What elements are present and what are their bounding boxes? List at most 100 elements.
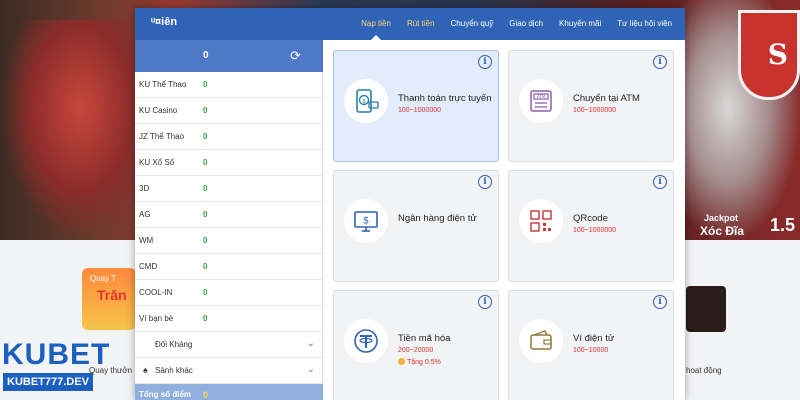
expand-doi-khang[interactable]: Đối Kháng ⌄ [135, 332, 323, 358]
mobile-payment-icon: $ [344, 79, 388, 123]
main-wallet-bar: 0 ⟳ [135, 40, 323, 72]
payment-range: 100~1000000 [398, 107, 442, 114]
account-value: 0 [203, 210, 208, 219]
info-icon[interactable]: i [653, 295, 667, 309]
account-name: 3D [139, 184, 150, 193]
account-value: 0 [203, 132, 208, 141]
payment-bonus-text: Tặng 0.5% [407, 359, 441, 366]
quay-thuong-text: Quay thưởn [89, 366, 133, 375]
chevron-down-icon: ⌄ [306, 338, 315, 349]
account-row: CMD 0 [135, 254, 323, 280]
tab-nap-tien[interactable]: Nạp tiền [358, 8, 394, 40]
payment-card-online[interactable]: i $ Thanh toán trực tuyến 100~1000000 [333, 50, 499, 162]
payment-range: 200~20000 [398, 347, 434, 354]
chevron-down-icon: ⌄ [306, 364, 315, 375]
account-name: KU Casino [139, 106, 178, 115]
payment-methods: i $ Thanh toán trực tuyến 100~1000000 i … [323, 40, 685, 400]
modal-tabs: Nạp tiền Rút tiền Chuyển quỹ Giao dịch K… [358, 8, 675, 40]
account-list: KU Thể Thao 0 KU Casino 0 JZ Thể Thao 0 KU … [135, 72, 323, 332]
account-value: 0 [203, 158, 208, 167]
svg-text:$: $ [362, 98, 366, 105]
account-value: 0 [203, 262, 208, 271]
spade-icon: ♠ [143, 365, 148, 375]
expand-sanh-khac[interactable]: ♠ Sảnh khác ⌄ [135, 358, 323, 384]
jackpot-label: Jackpot [704, 213, 739, 223]
payment-title: QRcode [573, 213, 608, 224]
camera-promo-card[interactable] [686, 286, 726, 332]
main-wallet-value: 0 [203, 50, 209, 61]
payment-title: Tiền mã hóa [398, 333, 451, 344]
payment-title: Thanh toán trực tuyến [398, 93, 492, 104]
info-icon[interactable]: i [653, 175, 667, 189]
e-wallet-icon [519, 319, 563, 363]
total-points-bar: Tổng số điểm 0 [135, 384, 323, 400]
payment-range: 100~1000000 [573, 227, 617, 234]
tab-giao-dich[interactable]: Giao dịch [506, 8, 546, 40]
account-value: 0 [203, 80, 208, 89]
account-value: 0 [203, 106, 208, 115]
info-icon[interactable]: i [478, 295, 492, 309]
account-row: KU Thể Thao 0 [135, 72, 323, 98]
promo-quay-text: Quay T [90, 274, 117, 283]
tether-icon [344, 319, 388, 363]
xoc-dia-label: Xóc Đĩa [700, 224, 745, 238]
refresh-icon[interactable]: ⟳ [290, 48, 301, 64]
payment-title: Ví điện tử [573, 333, 615, 344]
account-row: WM 0 [135, 228, 323, 254]
jackpot-amount: 1.5 [770, 215, 796, 235]
account-name: KU Xổ Số [139, 158, 175, 167]
payment-card-ewallet[interactable]: i Ví điện tử 100~10000 [508, 290, 674, 400]
info-icon[interactable]: i [653, 55, 667, 69]
tab-rut-tien[interactable]: Rút tiền [404, 8, 438, 40]
payment-title: Ngân hàng điện tử [398, 213, 477, 224]
account-value: 0 [203, 288, 208, 297]
expand-label: Đối Kháng [155, 340, 193, 349]
tab-khuyen-mai[interactable]: Khuyến mãi [556, 8, 604, 40]
account-name: JZ Thể Thao [139, 132, 185, 141]
account-row: COOL-IN 0 [135, 280, 323, 306]
account-row: AG 0 [135, 202, 323, 228]
payment-range: 100~10000 [573, 347, 609, 354]
player-image-left [0, 20, 135, 240]
account-name: COOL-IN [139, 288, 173, 297]
payment-card-crypto[interactable]: i Tiền mã hóa 200~20000 Tặng 0.5% [333, 290, 499, 400]
payment-card-atm[interactable]: i ATM Chuyển tại ATM 100~1000000 [508, 50, 674, 162]
tab-tu-lieu-hoi-vien[interactable]: Tư liệu hội viên [614, 8, 675, 40]
deposit-modal: ᵘ¤iên Nạp tiền Rút tiền Chuyển quỹ Giao … [135, 8, 685, 400]
coin-icon [398, 358, 405, 365]
payment-bonus: Tặng 0.5% [398, 358, 441, 366]
account-sidebar: 0 ⟳ KU Thể Thao 0 KU Casino 0 JZ Thể Thao 0… [135, 40, 323, 400]
online-banking-icon: $ [344, 199, 388, 243]
account-row: JZ Thể Thao 0 [135, 124, 323, 150]
expand-label: Sảnh khác [155, 366, 193, 375]
account-value: 0 [203, 314, 208, 323]
payment-title: Chuyển tại ATM [573, 93, 640, 104]
tab-chuyen-quy[interactable]: Chuyển quỹ [448, 8, 497, 40]
club-crest-letter: S [767, 38, 788, 71]
account-row: Ví bạn bè 0 [135, 306, 323, 332]
info-icon[interactable]: i [478, 55, 492, 69]
payment-range: 100~1000000 [573, 107, 617, 114]
account-value: 0 [203, 184, 208, 193]
payment-card-qrcode[interactable]: i QRcode 100~1000000 [508, 170, 674, 282]
account-value: 0 [203, 236, 208, 245]
account-name: KU Thể Thao [139, 80, 187, 89]
account-row: KU Casino 0 [135, 98, 323, 124]
modal-topbar: ᵘ¤iên Nạp tiền Rút tiền Chuyển quỹ Giao … [135, 8, 685, 40]
promo-tran-text: Trăn [97, 287, 127, 303]
atm-icon: ATM [519, 79, 563, 123]
account-name: Ví bạn bè [139, 314, 174, 323]
account-row: KU Xổ Số 0 [135, 150, 323, 176]
svg-text:$: $ [363, 216, 369, 227]
account-name: WM [139, 236, 154, 245]
account-row: 3D 0 [135, 176, 323, 202]
modal-brand: ᵘ¤iên [151, 16, 178, 28]
hoat-dong-text: hoạt động [686, 366, 722, 375]
account-name: AG [139, 210, 151, 219]
total-points-label: Tổng số điểm [139, 390, 191, 399]
info-icon[interactable]: i [478, 175, 492, 189]
payment-card-ebanking[interactable]: i $ Ngân hàng điện tử [333, 170, 499, 282]
account-name: CMD [139, 262, 158, 271]
kubet-domain-badge: KUBET777.DEV [3, 373, 93, 391]
svg-text:ATM: ATM [537, 94, 546, 99]
